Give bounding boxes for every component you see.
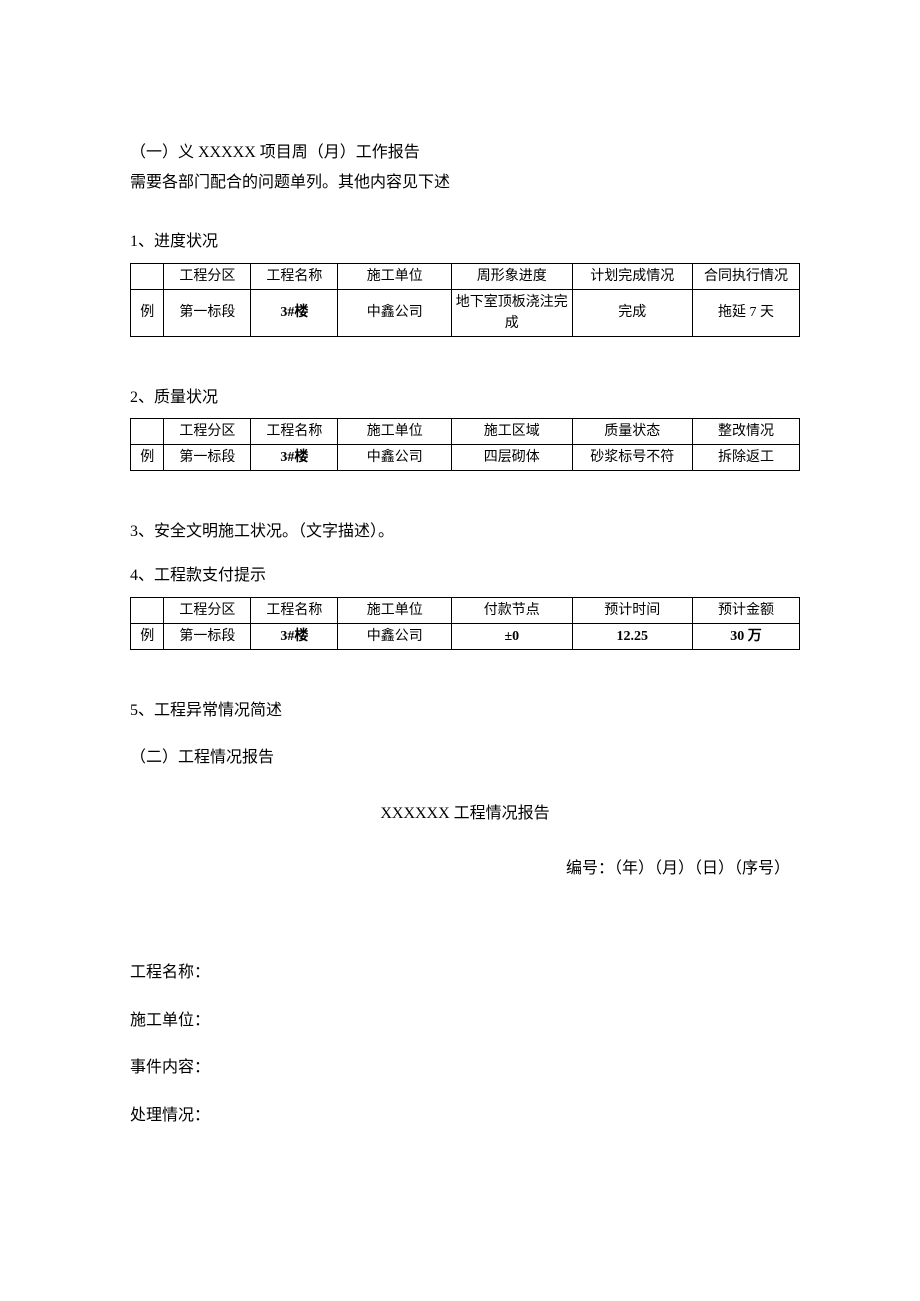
table-progress: 工程分区 工程名称 施工单位 周形象进度 计划完成情况 合同执行情况 例 第一标… [130,263,800,337]
td-zone: 第一标段 [164,445,251,471]
td-unit: 中鑫公司 [338,623,452,649]
table-row: 例 第一标段 3#楼 中鑫公司 四层砌体 砂浆标号不符 拆除返工 [131,445,800,471]
th-zone: 工程分区 [164,419,251,445]
th-unit: 施工单位 [338,597,452,623]
td-example: 例 [131,623,164,649]
th-name: 工程名称 [251,263,338,289]
field-event-content: 事件内容： [130,1055,800,1081]
th-estamt: 预计金额 [692,597,799,623]
table-quality: 工程分区 工程名称 施工单位 施工区域 质量状态 整改情况 例 第一标段 3#楼… [130,418,800,471]
th-blank [131,419,164,445]
td-qstatus: 砂浆标号不符 [572,445,692,471]
td-unit: 中鑫公司 [338,445,452,471]
intro-line-1: （一）义 XXXXX 项目周（月）工作报告 [130,140,800,166]
th-zone: 工程分区 [164,597,251,623]
td-example: 例 [131,289,164,336]
td-name: 3#楼 [251,445,338,471]
table-header-row: 工程分区 工程名称 施工单位 付款节点 预计时间 预计金额 [131,597,800,623]
field-project-name: 工程名称： [130,960,800,986]
th-progress: 周形象进度 [452,263,572,289]
table-header-row: 工程分区 工程名称 施工单位 周形象进度 计划完成情况 合同执行情况 [131,263,800,289]
td-example: 例 [131,445,164,471]
td-paypoint: ±0 [452,623,572,649]
intro-line-2: 需要各部门配合的问题单列。其他内容见下述 [130,170,800,196]
td-name: 3#楼 [251,289,338,336]
table-row: 例 第一标段 3#楼 中鑫公司 ±0 12.25 30 万 [131,623,800,649]
td-name: 3#楼 [251,623,338,649]
table-header-row: 工程分区 工程名称 施工单位 施工区域 质量状态 整改情况 [131,419,800,445]
th-blank [131,263,164,289]
td-fix: 拆除返工 [692,445,799,471]
section-5-heading: 5、工程异常情况简述 [130,698,800,724]
table-payment: 工程分区 工程名称 施工单位 付款节点 预计时间 预计金额 例 第一标段 3#楼… [130,597,800,650]
part-2-heading: （二）工程情况报告 [130,745,800,771]
td-unit: 中鑫公司 [338,289,452,336]
th-esttime: 预计时间 [572,597,692,623]
th-name: 工程名称 [251,597,338,623]
field-handling: 处理情况： [130,1103,800,1129]
td-progress: 地下室顶板浇注完成 [452,289,572,336]
td-esttime: 12.25 [572,623,692,649]
th-blank [131,597,164,623]
th-zone: 工程分区 [164,263,251,289]
th-unit: 施工单位 [338,263,452,289]
section-1-heading: 1、进度状况 [130,229,800,255]
th-qstatus: 质量状态 [572,419,692,445]
th-name: 工程名称 [251,419,338,445]
td-area: 四层砌体 [452,445,572,471]
td-zone: 第一标段 [164,623,251,649]
table-row: 例 第一标段 3#楼 中鑫公司 地下室顶板浇注完成 完成 拖延 7 天 [131,289,800,336]
td-estamt: 30 万 [692,623,799,649]
th-fix: 整改情况 [692,419,799,445]
section-4-heading: 4、工程款支付提示 [130,563,800,589]
th-paypoint: 付款节点 [452,597,572,623]
report-numbering: 编号：（年）（月）（日）（序号） [130,856,800,882]
section-3-heading: 3、安全文明施工状况。（文字描述）。 [130,519,800,545]
th-plan: 计划完成情况 [572,263,692,289]
td-zone: 第一标段 [164,289,251,336]
th-area: 施工区域 [452,419,572,445]
section-2-heading: 2、质量状况 [130,385,800,411]
td-contract: 拖延 7 天 [692,289,799,336]
report-title: XXXXXX 工程情况报告 [130,801,800,827]
th-contract: 合同执行情况 [692,263,799,289]
th-unit: 施工单位 [338,419,452,445]
field-construction-unit: 施工单位： [130,1008,800,1034]
td-plan: 完成 [572,289,692,336]
